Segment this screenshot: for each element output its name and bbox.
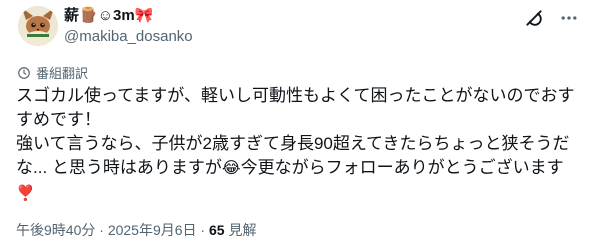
tweet-header: 薪🪵☺3m🎀 @makiba_dosanko <box>12 0 584 56</box>
display-name[interactable]: 薪🪵☺3m🎀 <box>64 6 193 26</box>
laughing-emoji-icon: 😂 <box>221 160 241 177</box>
tweet-line-1: スゴカル使ってますが、軽いし可動性もよくて困ったことがないのでおすすめです！ <box>16 86 575 129</box>
tweet-line-2: 強いて言うなら、子供が2歳すぎて身長90超えてきたらちょっと狭そうだな... と… <box>16 132 584 181</box>
avatar[interactable] <box>18 6 58 46</box>
meta-separator: · <box>95 222 108 238</box>
tweet-date[interactable]: 2025年9月6日 <box>108 222 197 238</box>
tweet-text: スゴカル使ってますが、軽いし可動性もよくて困ったことがないのでおすすめです！ 強… <box>16 84 584 206</box>
more-icon[interactable] <box>558 8 580 28</box>
views-label: 見解 <box>224 222 257 238</box>
author-names: 薪🪵☺3m🎀 @makiba_dosanko <box>64 6 193 47</box>
meta-separator-2: · <box>196 222 209 238</box>
tweet-line-2-b: 今更ながらフォローありがとうございます <box>240 158 564 177</box>
display-name-text: 薪 <box>64 7 80 24</box>
eevee-avatar-icon <box>18 6 58 46</box>
tweet-meta: 午後9時40分 · 2025年9月6日 · 65 見解 <box>16 220 256 240</box>
translate-icon <box>18 66 30 79</box>
tweet-line-3: ❣️ <box>16 181 584 206</box>
translate-link[interactable]: 番組翻訳 <box>17 63 88 82</box>
views-count[interactable]: 65 <box>209 222 225 238</box>
name-decoration: 🪵☺3m🎀 <box>79 7 154 24</box>
heart-exclamation-icon: ❣️ <box>16 185 35 202</box>
author-handle[interactable]: @makiba_dosanko <box>64 27 193 47</box>
grok-icon[interactable] <box>524 8 544 28</box>
translate-label: 番組翻訳 <box>36 66 89 81</box>
tweet-time[interactable]: 午後9時40分 <box>16 222 95 238</box>
